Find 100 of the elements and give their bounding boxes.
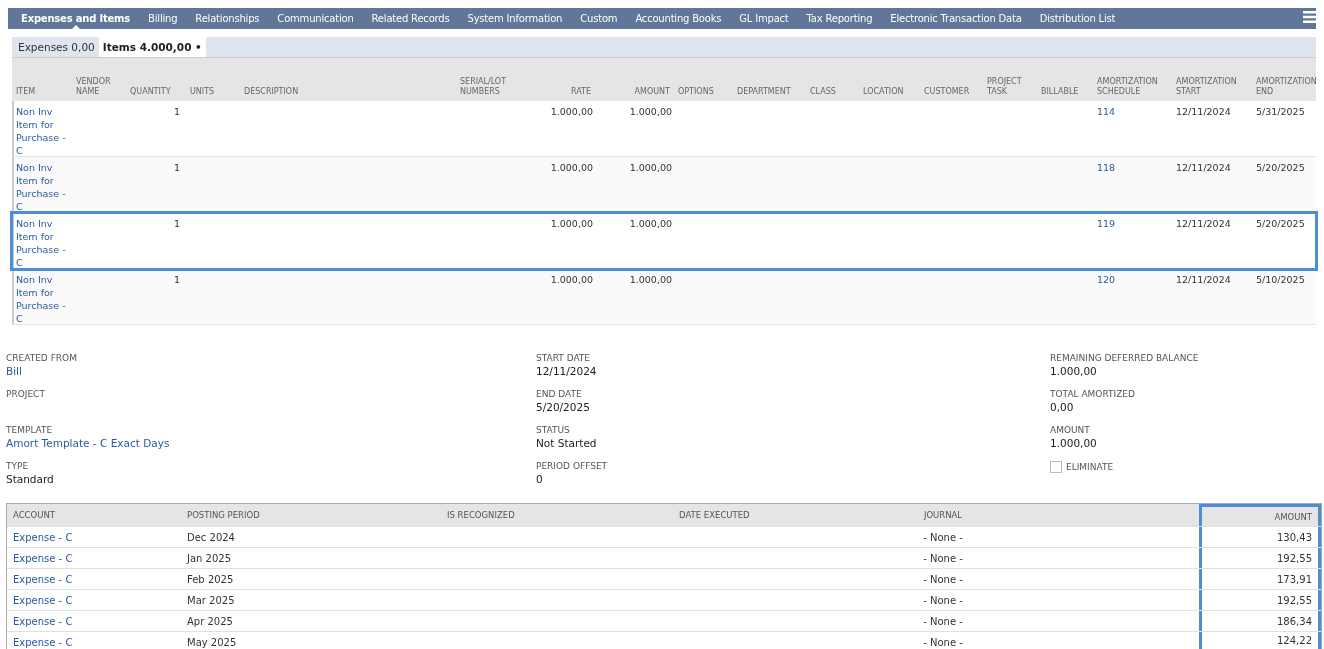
table-cell: Feb 2025 (187, 573, 234, 585)
table-cell: 1 (174, 218, 181, 229)
tab[interactable]: Electronic Transaction Data (881, 8, 1031, 29)
field-value: 1.000,00 (1050, 365, 1098, 377)
table-cell: 124,22 (1277, 635, 1312, 646)
table-link[interactable]: 119 (1097, 218, 1116, 229)
table-cell: 1 (174, 162, 181, 173)
column-header: QUANTITY (129, 87, 172, 98)
table-link[interactable]: 114 (1097, 106, 1116, 117)
field-label: END DATE (536, 389, 583, 399)
tab[interactable]: Distribution List (1030, 8, 1125, 29)
tab[interactable]: Expenses and Items (12, 8, 140, 29)
tab[interactable]: System Information (458, 8, 572, 29)
field-value: 0 (536, 473, 544, 485)
tab[interactable]: Communication (268, 8, 363, 29)
field-value: Standard (6, 473, 55, 485)
table-cell: 12/11/2024 (1176, 162, 1231, 173)
column-header: DEPARTMENT (736, 87, 792, 98)
field-value: 1.000,00 (1050, 437, 1098, 449)
tab[interactable]: Accounting Books (626, 8, 731, 29)
table-cell: 1.000,00 (629, 218, 672, 229)
table-link[interactable]: Expense - C (13, 594, 73, 606)
field-label: PROJECT (6, 389, 46, 399)
table-link[interactable]: Non Inv Item for Purchase - C (16, 161, 70, 213)
table-row[interactable]: Non Inv Item for Purchase - C 1 1.000,00 1.000,00 120 12/11/2024 5/10/2025 (12, 269, 1316, 325)
table-cell: 5/20/2025 (1256, 162, 1305, 173)
column-header: AMORTIZATION START (1175, 77, 1238, 98)
column-header: DATE EXECUTED (678, 509, 751, 522)
table-cell: 1 (174, 274, 181, 285)
column-header: BILLABLE (1040, 87, 1080, 98)
table-cell: 1.000,00 (550, 274, 593, 285)
column-header: ITEM (15, 87, 37, 98)
field-value: Not Started (536, 437, 598, 449)
table-cell: 12/11/2024 (1176, 106, 1231, 117)
field-link[interactable]: Bill (6, 365, 536, 377)
column-header: IS RECOGNIZED (446, 509, 516, 522)
table-link[interactable]: Expense - C (13, 615, 73, 627)
table-cell: 130,43 (1277, 531, 1312, 543)
column-header: POSTING PERIOD (186, 509, 261, 522)
field-label: TYPE (6, 461, 30, 471)
field-value: 12/11/2024 (536, 365, 598, 377)
field-label: PERIOD OFFSET (536, 461, 609, 471)
table-cell: Jan 2025 (187, 552, 232, 564)
column-header: CLASS (809, 87, 837, 98)
menu-icon[interactable] (1303, 11, 1316, 23)
field-label: STATUS (536, 425, 571, 435)
field-label: AMOUNT (1050, 425, 1091, 435)
subtab[interactable]: Expenses 0,00 (14, 41, 99, 53)
table-cell: 5/10/2025 (1256, 274, 1305, 285)
field-label: CREATED FROM (6, 353, 78, 363)
tab[interactable]: Related Records (362, 8, 459, 29)
table-cell: 1.000,00 (550, 218, 593, 229)
table-link[interactable]: Expense - C (13, 531, 73, 543)
column-header: DESCRIPTION (243, 87, 300, 98)
column-header: CUSTOMER (923, 87, 971, 98)
column-header: AMORTIZATION SCHEDULE (1096, 77, 1159, 98)
table-cell: 12/11/2024 (1176, 218, 1231, 229)
column-header: SERIAL/LOT NUMBERS (459, 77, 508, 98)
checkbox-label: ELIMINATE (1066, 462, 1114, 472)
table-cell: 1.000,00 (550, 106, 593, 117)
table-row[interactable]: Non Inv Item for Purchase - C 1 1.000,00 1.000,00 118 12/11/2024 5/20/2025 (12, 157, 1316, 213)
table-link[interactable]: Non Inv Item for Purchase - C (16, 217, 70, 269)
column-header: LOCATION (862, 87, 905, 98)
table-row[interactable]: Non Inv Item for Purchase - C 1 1.000,00 1.000,00 119 12/11/2024 5/20/2025 (12, 213, 1316, 269)
field-label: TOTAL AMORTIZED (1050, 389, 1136, 399)
table-cell: - None - (923, 531, 963, 543)
tab[interactable]: Custom (571, 8, 627, 29)
table-cell: 186,34 (1277, 615, 1312, 627)
field-label: START DATE (536, 353, 592, 363)
column-header: JOURNAL (922, 509, 964, 522)
tab[interactable]: Relationships (186, 8, 269, 29)
tab[interactable]: GL Impact (730, 8, 798, 29)
column-header: OPTIONS (677, 87, 715, 98)
field-link[interactable]: Amort Template - C Exact Days (6, 437, 536, 449)
table-link[interactable]: Expense - C (13, 636, 73, 648)
column-header: UNITS (189, 87, 216, 98)
column-header: AMOUNT (633, 87, 671, 98)
column-header: PROJECT TASK (986, 77, 1023, 98)
table-cell: 1.000,00 (550, 162, 593, 173)
eliminate-checkbox[interactable] (1050, 461, 1062, 473)
table-cell: 1.000,00 (629, 162, 672, 173)
table-cell: Mar 2025 (187, 594, 235, 606)
table-link[interactable]: Non Inv Item for Purchase - C (16, 273, 70, 325)
column-header: VENDOR NAME (75, 77, 112, 98)
table-cell: - None - (923, 636, 963, 648)
tab[interactable]: Billing (139, 8, 187, 29)
table-link[interactable]: 118 (1097, 162, 1116, 173)
table-cell: 5/31/2025 (1256, 106, 1305, 117)
table-link[interactable]: 120 (1097, 274, 1116, 285)
table-link[interactable]: Expense - C (13, 552, 73, 564)
tab[interactable]: Tax Reporting (797, 8, 882, 29)
subtab[interactable]: Items 4.000,00 • (98, 37, 206, 57)
field-label: TEMPLATE (6, 425, 54, 435)
table-cell: - None - (923, 552, 963, 564)
table-cell: 192,55 (1277, 552, 1312, 564)
table-cell: - None - (923, 573, 963, 585)
table-link[interactable]: Expense - C (13, 573, 73, 585)
field-label: REMAINING DEFERRED BALANCE (1050, 353, 1200, 363)
table-cell: Dec 2024 (187, 531, 235, 543)
table-link[interactable]: Non Inv Item for Purchase - C (16, 105, 70, 157)
